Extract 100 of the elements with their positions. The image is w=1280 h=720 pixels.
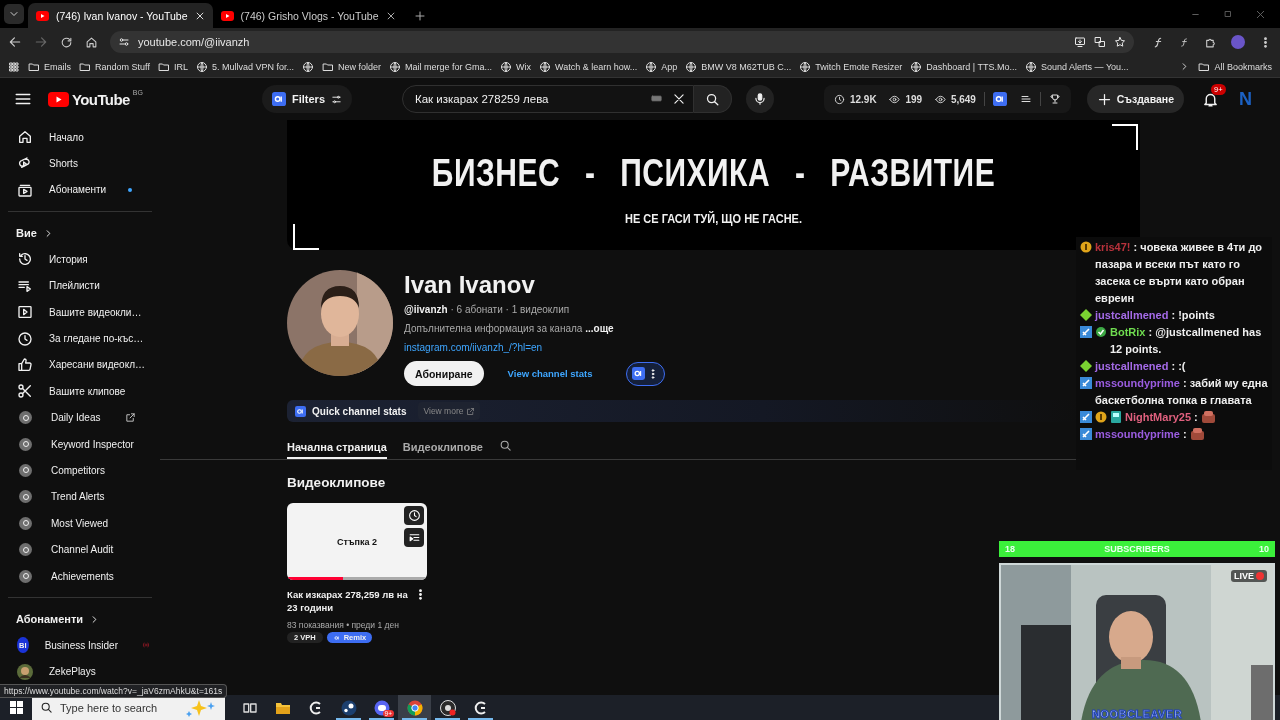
sidebar-item[interactable]: Вашите видеокли…: [49, 306, 142, 318]
globe-icon: [645, 60, 658, 73]
folder-icon: [79, 60, 91, 73]
watch-later-button[interactable]: [404, 506, 424, 525]
clear-icon[interactable]: [672, 92, 686, 106]
scissors-icon: [17, 383, 33, 400]
close-icon[interactable]: [385, 10, 396, 21]
maximize-icon[interactable]: [1223, 9, 1233, 19]
section-title[interactable]: Абонаменти: [16, 613, 84, 626]
extension-button[interactable]: [626, 361, 666, 386]
play-logo-icon: [36, 10, 49, 21]
bookmark[interactable]: Mail merge for Gma...: [405, 61, 492, 72]
bookmark[interactable]: Emails: [44, 61, 71, 72]
chat-message: justcallmened : :(: [1095, 359, 1186, 374]
sidebar-item[interactable]: Абонаменти: [49, 184, 107, 196]
sidebar-item[interactable]: Daily Ideas: [51, 412, 101, 424]
sidebar-item[interactable]: Channel Audit: [51, 544, 114, 556]
bookmark-star-icon[interactable]: [1114, 36, 1126, 48]
bookmark[interactable]: [301, 60, 314, 73]
search-icon[interactable]: [498, 439, 512, 452]
live-badge: LIVE: [1231, 570, 1267, 582]
channel-tab[interactable]: Начална страница: [287, 432, 387, 459]
folder-icon: [321, 60, 334, 73]
bookmark[interactable]: New folder: [337, 61, 381, 72]
microphone-icon: [753, 92, 767, 106]
channel-meta: @iivanzh · 6 абонати · 1 видеоклип: [404, 304, 571, 315]
status-url: https://www.youtube.com/watch?v=_jaV6zmAhkU&t=161s: [4, 686, 223, 696]
bookmark[interactable]: BMW V8 M62TUB C...: [701, 61, 792, 72]
bookmark[interactable]: Dashboard | TTS.Mo...: [926, 61, 1017, 72]
microphone-button[interactable]: [746, 85, 774, 113]
address-bar[interactable]: youtube.com/@iivanzh: [110, 31, 1134, 53]
home-icon[interactable]: [85, 35, 98, 49]
tool-icon: [19, 516, 32, 530]
all-bookmarks[interactable]: All Bookmarks: [1214, 61, 1272, 72]
channel-tab[interactable]: Видеоклипове: [402, 432, 483, 459]
channel-description[interactable]: Допълнителна информация за канала ...още: [404, 323, 666, 334]
taskbar-app[interactable]: [398, 695, 431, 720]
extension-logo-icon: [632, 367, 646, 380]
chat-message: kris47! : човека живее в 4ти до пазара и всеки път като го засека се върти като обран евреин: [1095, 240, 1264, 306]
apps-icon[interactable]: [8, 60, 20, 73]
sidebar-item[interactable]: Начало: [49, 131, 84, 143]
bookmark[interactable]: Random Stuff: [95, 61, 150, 72]
subscribe-button[interactable]: Абониране: [404, 361, 484, 386]
video-title[interactable]: Как изкарах 278,259 лв на 23 години: [287, 588, 414, 614]
video-thumbnail[interactable]: Стъпка 2: [287, 503, 427, 580]
list-icon[interactable]: [1019, 93, 1032, 105]
sidebar-item[interactable]: Харесани видеокл…: [49, 359, 145, 371]
chat-message: NightMary25 :: [1125, 410, 1198, 425]
channel-link[interactable]: instagram.com/iivanzh_/?hl=en: [404, 342, 666, 353]
translate-icon[interactable]: [1094, 36, 1106, 48]
search-field[interactable]: Как изкарах 278259 лева: [402, 85, 694, 113]
play-logo-icon: [220, 10, 234, 21]
tool-icon: [19, 411, 32, 425]
reload-icon[interactable]: [60, 35, 73, 49]
bookmark[interactable]: 5. Mullvad VPN for...: [211, 61, 294, 72]
bookmark[interactable]: IRL: [173, 61, 188, 72]
tab-list-button[interactable]: [4, 4, 24, 24]
profile-avatar[interactable]: [1231, 35, 1245, 49]
globe-icon: [799, 60, 812, 73]
trophy-icon[interactable]: [1048, 93, 1061, 105]
browser-tab[interactable]: (746) Ivan Ivanov - YouTube: [28, 3, 213, 28]
view-more-button[interactable]: View more: [418, 402, 481, 420]
plus-icon: [1096, 91, 1112, 107]
install-icon[interactable]: [1074, 36, 1086, 48]
site-settings-icon[interactable]: [118, 36, 130, 48]
bookmark[interactable]: Wix: [516, 61, 531, 72]
sidebar-item[interactable]: Keyword Inspector: [51, 438, 134, 450]
bookmark[interactable]: Sound Alerts — You...: [1041, 61, 1129, 72]
search-button[interactable]: [694, 85, 732, 113]
folder-icon: [28, 60, 40, 73]
section-title[interactable]: Вие: [16, 227, 37, 240]
sidebar-item[interactable]: За гледане по-къс…: [49, 333, 144, 345]
back-icon[interactable]: [8, 35, 22, 49]
browser-tab[interactable]: (746) Grisho Vlogs - YouTube: [212, 3, 404, 28]
new-tab-icon[interactable]: [413, 10, 426, 22]
bookmark[interactable]: Twitch Emote Resizer: [815, 61, 903, 72]
clock-icon: [17, 330, 33, 347]
home-icon: [17, 129, 33, 146]
close-icon[interactable]: [194, 10, 205, 21]
sidebar-item[interactable]: Trend Alerts: [51, 491, 105, 503]
create-button[interactable]: Създаване: [1086, 85, 1184, 113]
sidebar-item[interactable]: Most Viewed: [51, 517, 109, 529]
sidebar-item[interactable]: Achievements: [51, 570, 114, 582]
bookmark[interactable]: Watch & learn how...: [555, 61, 638, 72]
keyboard-icon[interactable]: [651, 93, 662, 104]
subscription-item[interactable]: ZekePlays: [49, 666, 96, 678]
bookmark[interactable]: App: [661, 61, 678, 72]
sidebar-item[interactable]: История: [49, 253, 88, 265]
sidebar-item[interactable]: Вашите клипове: [49, 385, 126, 397]
filters-button[interactable]: Filters: [262, 85, 352, 113]
goal-count: 18: [1005, 544, 1015, 554]
windows-icon: [9, 701, 23, 714]
view-stats-link[interactable]: View channel stats: [507, 368, 593, 379]
add-to-queue-button[interactable]: [404, 528, 424, 547]
sidebar-item[interactable]: Competitors: [51, 465, 105, 476]
sidebar-item[interactable]: Плейлисти: [49, 280, 100, 292]
sidebar-item[interactable]: Shorts: [49, 158, 78, 170]
forward-icon[interactable]: [34, 35, 48, 49]
subscription-item[interactable]: Business Insider: [44, 639, 118, 651]
queue-icon: [407, 531, 421, 544]
